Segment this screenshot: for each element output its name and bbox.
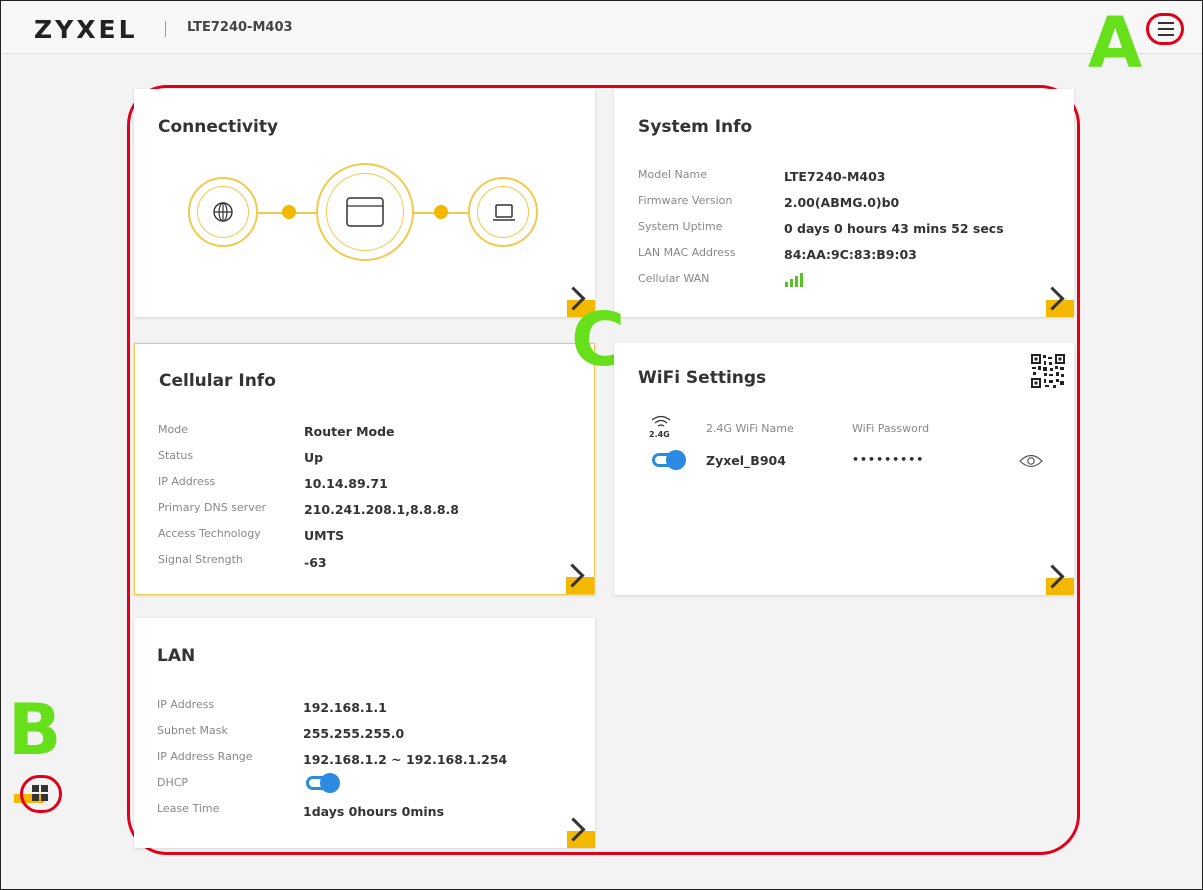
logo-divider <box>165 21 166 37</box>
cellular-info-arrow-icon[interactable] <box>558 563 594 594</box>
status-check-icon <box>282 205 296 219</box>
band-label: 2.4G <box>649 430 670 439</box>
wifi-icon <box>651 415 671 427</box>
annotation-oval-a <box>1146 13 1184 45</box>
cellular-info-card: Cellular Info Mode Router Mode Status Up… <box>134 343 595 595</box>
ip-address-label: IP Address <box>158 475 216 488</box>
lan-mac-label: LAN MAC Address <box>638 246 736 259</box>
dhcp-label: DHCP <box>157 776 189 789</box>
dhcp-toggle[interactable] <box>306 773 340 793</box>
ip-address-value: 10.14.89.71 <box>304 476 388 491</box>
system-uptime-label: System Uptime <box>638 220 723 233</box>
mode-value: Router Mode <box>304 424 395 439</box>
wifi-settings-card: WiFi Settings 2.4G 2.4G WiFi Name WiFi P… <box>614 343 1074 595</box>
firmware-version-label: Firmware Version <box>638 194 733 207</box>
brand-logo: ZYXEL <box>34 15 138 44</box>
lan-ip-address-label: IP Address <box>157 698 215 711</box>
system-info-card: System Info Model Name LTE7240-M403 Firm… <box>614 89 1074 317</box>
subnet-mask-label: Subnet Mask <box>157 724 228 737</box>
wifi-settings-arrow-icon[interactable] <box>1038 564 1074 595</box>
router-node <box>316 163 414 261</box>
eye-icon[interactable] <box>1019 454 1043 468</box>
annotation-oval-b <box>20 775 62 813</box>
wifi-password-value: ••••••••• <box>852 453 925 466</box>
mode-label: Mode <box>158 423 188 436</box>
status-value: Up <box>304 450 324 465</box>
card-title: System Info <box>638 117 753 137</box>
lan-ip-address-value: 192.168.1.1 <box>303 700 387 715</box>
internet-node <box>188 177 258 247</box>
signal-strength-label: Signal Strength <box>158 553 243 566</box>
card-title: Connectivity <box>158 117 279 137</box>
lan-card: LAN IP Address 192.168.1.1 Subnet Mask 2… <box>134 618 595 848</box>
wifi-password-header: WiFi Password <box>852 422 930 435</box>
ip-range-value: 192.168.1.2 ~ 192.168.1.254 <box>303 752 508 767</box>
cellular-wan-label: Cellular WAN <box>638 272 710 285</box>
globe-icon <box>213 202 233 222</box>
model-name: LTE7240-M403 <box>187 20 293 35</box>
ip-range-label: IP Address Range <box>157 750 253 763</box>
router-icon <box>346 197 384 227</box>
access-technology-value: UMTS <box>304 528 345 543</box>
annotation-letter-b: B <box>8 689 62 771</box>
card-title: WiFi Settings <box>638 368 767 388</box>
access-technology-label: Access Technology <box>158 527 261 540</box>
card-title: LAN <box>157 646 196 666</box>
lan-arrow-icon[interactable] <box>559 817 595 848</box>
connectivity-card: Connectivity <box>134 89 595 317</box>
model-name-value: LTE7240-M403 <box>784 169 886 184</box>
top-bar: ZYXEL LTE7240-M403 <box>1 1 1202 54</box>
lease-time-value: 1days 0hours 0mins <box>303 804 445 819</box>
wifi-toggle[interactable] <box>652 450 686 470</box>
annotation-letter-a: A <box>1088 2 1143 84</box>
system-info-arrow-icon[interactable] <box>1038 286 1074 317</box>
signal-bars-icon <box>785 273 803 287</box>
qr-code-icon[interactable] <box>1030 353 1066 389</box>
wifi-name-header: 2.4G WiFi Name <box>706 422 794 435</box>
firmware-version-value: 2.00(ABMG.0)b0 <box>784 195 900 210</box>
system-uptime-value: 0 days 0 hours 43 mins 52 secs <box>784 221 1004 236</box>
laptop-icon <box>493 204 515 221</box>
model-name-label: Model Name <box>638 168 707 181</box>
primary-dns-label: Primary DNS server <box>158 501 267 514</box>
primary-dns-value: 210.241.208.1,8.8.8.8 <box>304 502 460 517</box>
status-check-icon <box>434 205 448 219</box>
lease-time-label: Lease Time <box>157 802 220 815</box>
card-title: Cellular Info <box>159 371 276 391</box>
client-node <box>468 177 538 247</box>
status-label: Status <box>158 449 194 462</box>
signal-strength-value: -63 <box>304 555 327 570</box>
wifi-ssid-value: Zyxel_B904 <box>706 453 786 468</box>
subnet-mask-value: 255.255.255.0 <box>303 726 405 741</box>
lan-mac-value: 84:AA:9C:83:B9:03 <box>784 247 917 262</box>
